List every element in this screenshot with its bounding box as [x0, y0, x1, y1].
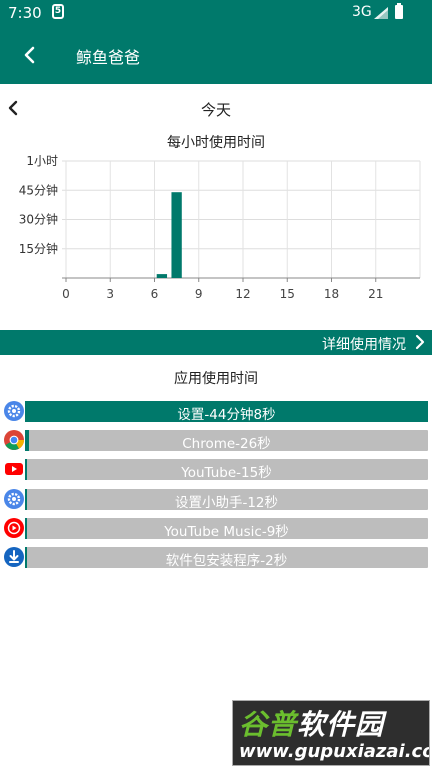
bar-hour-7 [171, 192, 182, 278]
watermark-url: www.gupuxiazai.com [239, 741, 429, 762]
x-tick-label: 12 [235, 287, 250, 301]
usage-bar: YouTube-15秒 [25, 459, 428, 482]
app-usage-row[interactable]: YouTube Music-9秒 [0, 516, 432, 540]
x-tick-label: 9 [195, 287, 203, 301]
usage-bar: YouTube Music-9秒 [25, 517, 428, 540]
app-usage-row[interactable]: 软件包安装程序-2秒 [0, 545, 432, 569]
usage-bar-label: 设置-44分钟8秒 [177, 407, 276, 423]
app-usage-row[interactable]: YouTube-15秒 [0, 457, 432, 481]
app-bar: 鲸鱼爸爸 [0, 26, 432, 84]
usage-bar: 设置小助手-12秒 [25, 488, 428, 511]
date-label: 今天 [200, 101, 231, 119]
sim-5-icon: 5 [52, 4, 64, 19]
detail-usage-button[interactable]: 详细使用情况 [0, 330, 432, 355]
usage-bar: 设置-44分钟8秒 [25, 401, 428, 423]
date-nav: 今天 [0, 96, 432, 122]
y-tick-label: 1小时 [26, 154, 58, 168]
x-tick-label: 21 [368, 287, 383, 301]
usage-bar: Chrome-26秒 [25, 430, 428, 453]
usage-bar-label: YouTube Music-9秒 [164, 523, 289, 540]
x-tick-label: 15 [280, 287, 295, 301]
app-usage-row[interactable]: 设置小助手-12秒 [0, 487, 432, 511]
x-tick-label: 3 [106, 287, 114, 301]
status-time: 7:30 [8, 4, 42, 22]
prev-day-button[interactable] [4, 98, 24, 118]
package-installer-icon [4, 547, 24, 567]
app-usage-row[interactable]: 设置-44分钟8秒 [0, 399, 432, 423]
battery-icon [395, 3, 403, 19]
usage-bar-label: Chrome-26秒 [182, 436, 271, 453]
app-bar-title: 鲸鱼爸爸 [76, 48, 141, 67]
y-tick-label: 15分钟 [19, 241, 58, 256]
usage-bar: 软件包安装程序-2秒 [25, 547, 428, 569]
usage-bar-label: YouTube-15秒 [181, 465, 272, 482]
youtube-music-icon [4, 517, 24, 538]
apps-section-title: 应用使用时间 [174, 371, 258, 387]
chart-title: 每小时使用时间 [167, 135, 265, 151]
chrome-icon [4, 430, 24, 451]
youtube-icon [5, 463, 23, 476]
x-tick-label: 0 [62, 287, 70, 301]
x-tick-label: 18 [324, 287, 339, 301]
chevron-right-icon [415, 334, 425, 350]
app-usage-row[interactable]: Chrome-26秒 [0, 428, 432, 452]
usage-bar-label: 设置小助手-12秒 [174, 494, 279, 511]
network-type: 3G [352, 4, 372, 20]
watermark-name: 谷普软件园 [239, 708, 385, 741]
y-tick-label: 30分钟 [19, 212, 58, 227]
hourly-usage-chart: 15分钟 30分钟 45分钟 1小时 0 3 6 9 12 15 18 21 [19, 154, 421, 301]
signal-icon [374, 7, 388, 19]
back-button[interactable] [20, 44, 42, 66]
chevron-left-icon [8, 100, 18, 116]
usage-bar-label: 软件包安装程序-2秒 [165, 553, 288, 569]
settings-gear-icon [4, 401, 24, 421]
status-bar: 7:30 5 3G [0, 0, 432, 26]
site-watermark: 谷普软件园 www.gupuxiazai.com [232, 700, 430, 766]
arrow-back-icon [24, 46, 35, 64]
settings-gear-icon [4, 488, 24, 509]
x-tick-label: 6 [151, 287, 159, 301]
bar-hour-6 [156, 274, 168, 278]
y-tick-label: 45分钟 [19, 182, 58, 197]
detail-usage-label: 详细使用情况 [322, 337, 406, 353]
